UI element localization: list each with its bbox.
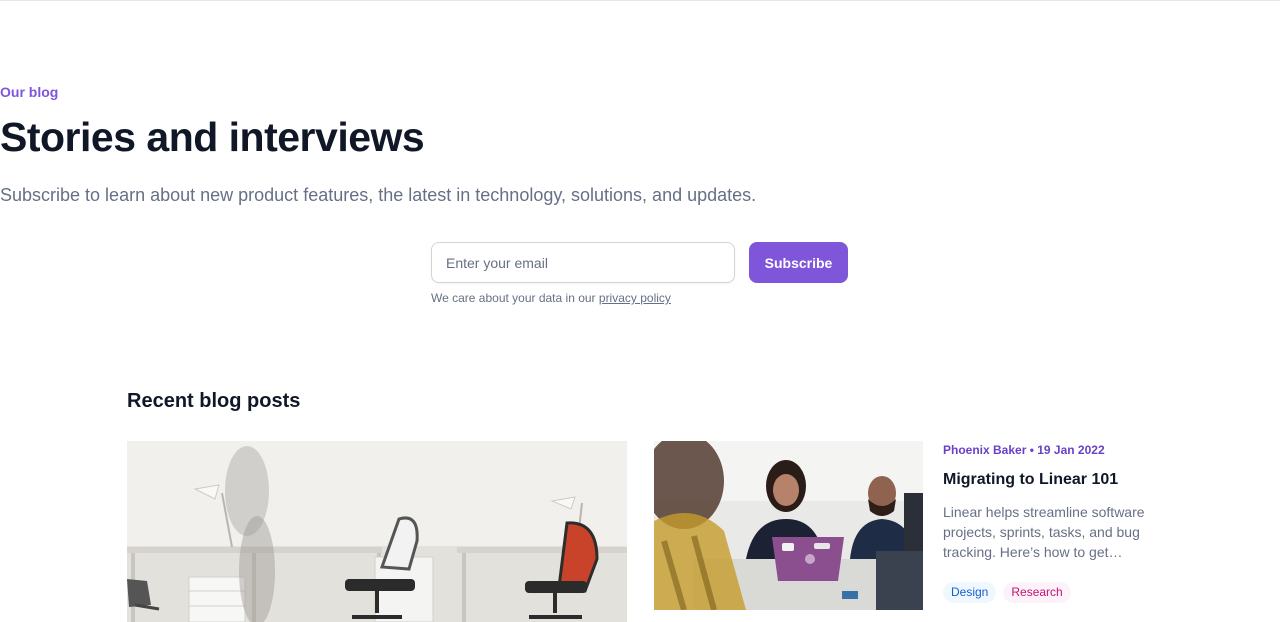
post-excerpt: Linear helps streamline software project…	[943, 504, 1145, 560]
hero-subtitle: Subscribe to learn about new product fea…	[0, 185, 757, 205]
privacy-note: We care about your data in our privacy p…	[431, 290, 671, 306]
office-photo	[127, 441, 627, 622]
subscribe-button[interactable]: Subscribe	[749, 242, 848, 283]
post-tags: Design Research	[943, 582, 1071, 603]
post-image[interactable]	[654, 441, 923, 610]
tag-research[interactable]: Research	[1003, 582, 1071, 603]
subscribe-form: Subscribe	[431, 242, 848, 283]
post-title-link[interactable]: Migrating to Linear 101	[943, 470, 1118, 490]
section-title: Recent blog posts	[127, 390, 301, 412]
privacy-prefix: We care about your data in our	[431, 291, 596, 305]
privacy-policy-link[interactable]: privacy policy	[599, 291, 671, 305]
featured-post-image[interactable]	[127, 441, 627, 622]
email-input[interactable]	[431, 242, 735, 283]
top-divider	[0, 0, 1280, 1]
people-photo	[654, 441, 923, 610]
post-meta: Phoenix Baker • 19 Jan 2022	[943, 443, 1105, 457]
page-title: Stories and interviews	[0, 114, 425, 160]
hero-eyebrow: Our blog	[0, 84, 59, 100]
tag-design[interactable]: Design	[943, 582, 997, 603]
